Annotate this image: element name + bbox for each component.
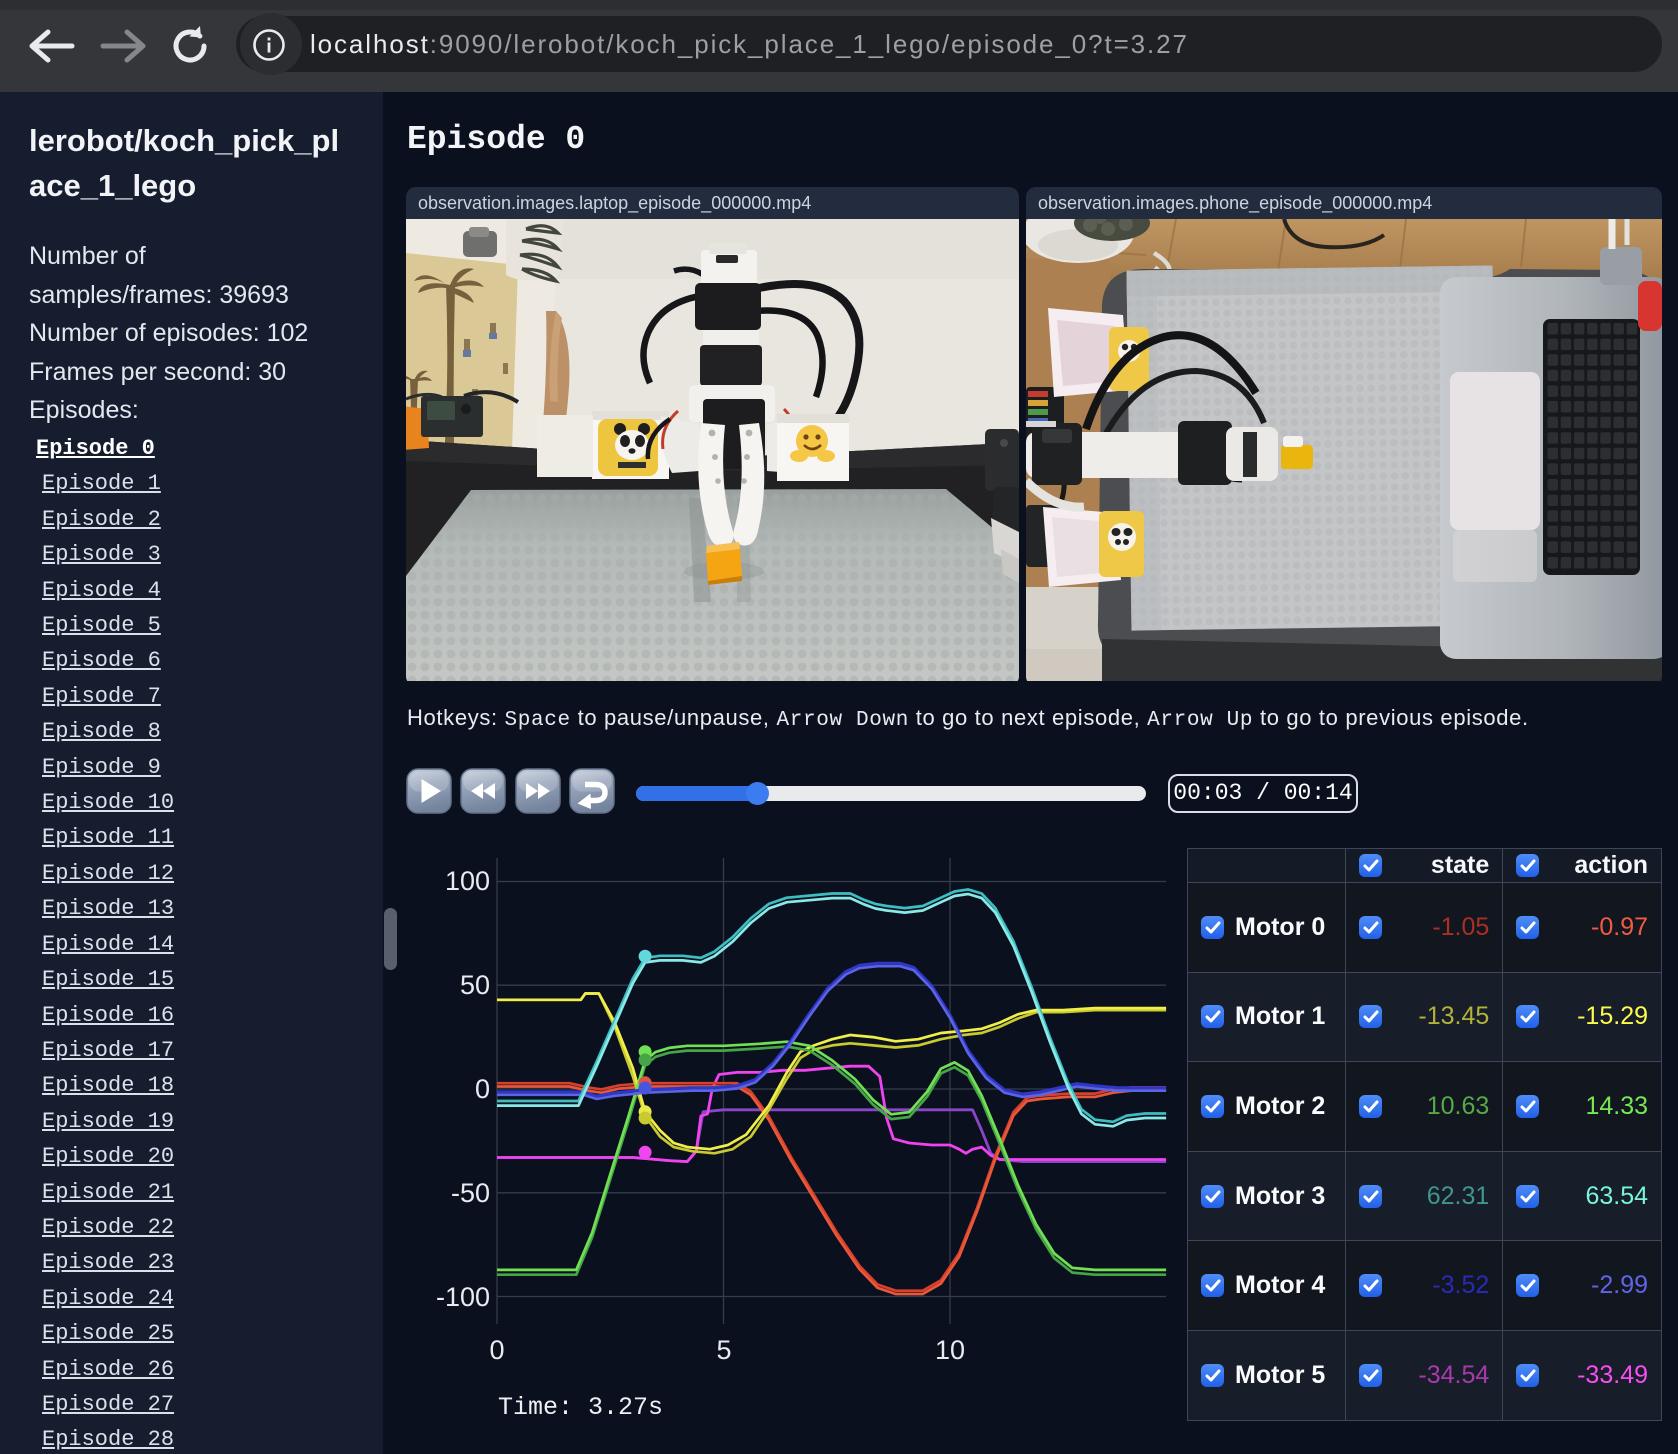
svg-text:10: 10 bbox=[935, 1335, 965, 1365]
svg-text:5: 5 bbox=[716, 1335, 731, 1365]
svg-text:0: 0 bbox=[489, 1335, 504, 1365]
svg-text:0: 0 bbox=[475, 1074, 490, 1104]
svg-text:-50: -50 bbox=[451, 1178, 490, 1208]
svg-text:-100: -100 bbox=[436, 1282, 490, 1312]
svg-text:50: 50 bbox=[460, 970, 490, 1000]
svg-text:100: 100 bbox=[445, 866, 490, 896]
